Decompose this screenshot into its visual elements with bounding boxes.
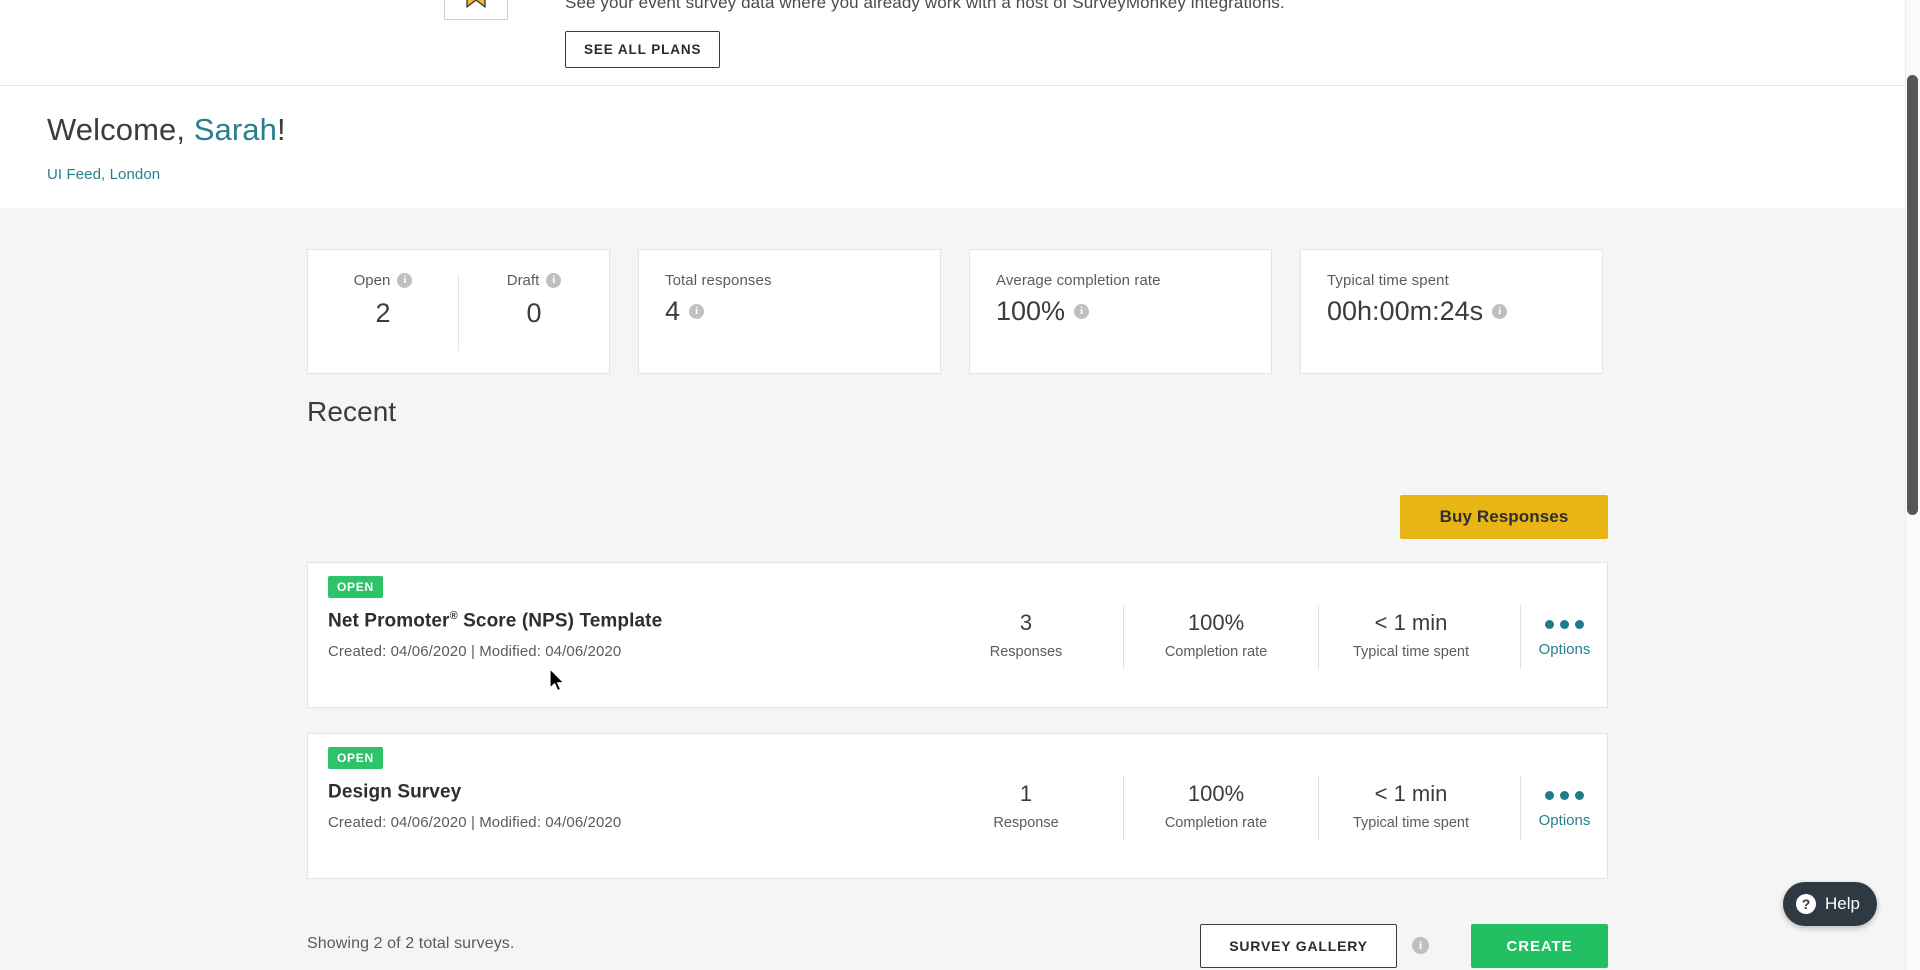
draft-label-group: Draft i (507, 272, 562, 289)
average-completion-rate-value: 100% (996, 296, 1066, 326)
survey-gallery-button[interactable]: SURVEY GALLERY (1200, 924, 1397, 968)
open-label: Open (353, 272, 391, 289)
ribbon-star-icon (444, 0, 508, 20)
create-button[interactable]: CREATE (1471, 924, 1608, 968)
responses-metric: 3 Responses (926, 610, 1126, 660)
completion-rate-value: 100% (1187, 610, 1245, 635)
options-button[interactable]: Options (1520, 605, 1609, 658)
options-label: Options (1538, 641, 1591, 658)
info-icon[interactable]: i (546, 273, 562, 288)
promo-banner: See your event survey data where you alr… (0, 0, 1920, 86)
question-mark-icon: ? (1796, 894, 1816, 914)
options-label: Options (1538, 812, 1591, 829)
survey-title[interactable]: Net Promoter® Score (NPS) Template (328, 610, 662, 632)
typical-time-metric: < 1 min Typical time spent (1311, 781, 1511, 831)
draft-stat: Draft i 0 (459, 272, 609, 373)
open-label-group: Open i (354, 272, 413, 289)
typical-time-spent-label: Typical time spent (1327, 272, 1449, 289)
scrollbar-thumb[interactable] (1907, 75, 1918, 515)
open-value: 2 (375, 298, 391, 328)
see-all-plans-button[interactable]: SEE ALL PLANS (565, 31, 721, 68)
user-name-link[interactable]: Sarah (194, 112, 277, 147)
responses-value: 3 (1019, 610, 1033, 635)
registered-mark: ® (449, 610, 458, 622)
info-icon[interactable]: i (397, 273, 413, 288)
ellipsis-icon (1520, 776, 1609, 800)
table-row[interactable]: OPEN Net Promoter® Score (NPS) Template … (307, 562, 1608, 708)
completion-rate-metric: 100% Completion rate (1116, 610, 1316, 660)
help-label: Help (1825, 894, 1860, 913)
scrollbar[interactable] (1905, 0, 1920, 970)
options-button[interactable]: Options (1520, 776, 1609, 829)
welcome-section: Welcome, Sarah! UI Feed, London (0, 87, 1920, 208)
completion-rate-label: Completion rate (1164, 644, 1268, 660)
average-completion-rate-value-group: 100% i (996, 296, 1245, 327)
completion-rate-metric: 100% Completion rate (1116, 781, 1316, 831)
responses-value: 1 (1019, 781, 1033, 806)
welcome-prefix: Welcome, (47, 112, 194, 147)
info-icon[interactable]: i (1074, 304, 1090, 319)
info-icon[interactable]: i (1412, 937, 1429, 954)
status-badge: OPEN (328, 576, 383, 598)
survey-dashboard-page: See your event survey data where you alr… (0, 0, 1920, 970)
info-icon[interactable]: i (1492, 304, 1508, 319)
completion-rate-value: 100% (1187, 781, 1245, 806)
total-responses-value-group: 4 i (665, 296, 914, 327)
draft-label: Draft (506, 272, 540, 289)
open-draft-card: Open i 2 Draft i 0 (307, 249, 610, 374)
typical-time-label: Typical time spent (1352, 815, 1470, 831)
survey-dates: Created: 04/06/2020 | Modified: 04/06/20… (328, 814, 622, 831)
promo-text: See your event survey data where you alr… (565, 0, 1285, 12)
table-row[interactable]: OPEN Design Survey Created: 04/06/2020 |… (307, 733, 1608, 879)
responses-label: Responses (989, 644, 1063, 660)
average-completion-rate-label: Average completion rate (996, 272, 1161, 289)
typical-time-spent-value-group: 00h:00m:24s i (1327, 296, 1576, 327)
responses-metric: 1 Response (926, 781, 1126, 831)
help-button[interactable]: ? Help (1783, 882, 1877, 926)
typical-time-spent-value: 00h:00m:24s (1327, 296, 1484, 326)
buy-responses-button[interactable]: Buy Responses (1400, 495, 1608, 539)
info-icon[interactable]: i (689, 304, 705, 319)
total-responses-value: 4 (665, 296, 681, 326)
stats-card-row: Open i 2 Draft i 0 Total responses 4 i A… (307, 249, 1603, 374)
total-responses-label: Total responses (665, 272, 772, 289)
typical-time-metric: < 1 min Typical time spent (1311, 610, 1511, 660)
ellipsis-icon (1520, 605, 1609, 629)
showing-count-text: Showing 2 of 2 total surveys. (307, 935, 515, 952)
completion-rate-label: Completion rate (1164, 815, 1268, 831)
total-responses-card: Total responses 4 i (638, 249, 941, 374)
survey-dates: Created: 04/06/2020 | Modified: 04/06/20… (328, 643, 622, 660)
survey-title-rest: Score (NPS) Template (457, 610, 663, 632)
org-location-link[interactable]: UI Feed, London (47, 166, 160, 183)
welcome-suffix: ! (277, 112, 286, 147)
typical-time-spent-card: Typical time spent 00h:00m:24s i (1300, 249, 1603, 374)
recent-heading: Recent (307, 396, 397, 427)
responses-label: Response (993, 815, 1059, 831)
open-stat: Open i 2 (308, 272, 458, 373)
typical-time-label: Typical time spent (1352, 644, 1470, 660)
page-title: Welcome, Sarah! (47, 112, 286, 148)
survey-title-main: Net Promoter (328, 610, 450, 632)
status-badge: OPEN (328, 747, 383, 769)
survey-title-main: Design Survey (328, 781, 462, 803)
survey-title[interactable]: Design Survey (328, 781, 461, 803)
draft-value: 0 (526, 298, 542, 328)
typical-time-value: < 1 min (1374, 610, 1448, 635)
average-completion-rate-card: Average completion rate 100% i (969, 249, 1272, 374)
typical-time-value: < 1 min (1374, 781, 1448, 806)
